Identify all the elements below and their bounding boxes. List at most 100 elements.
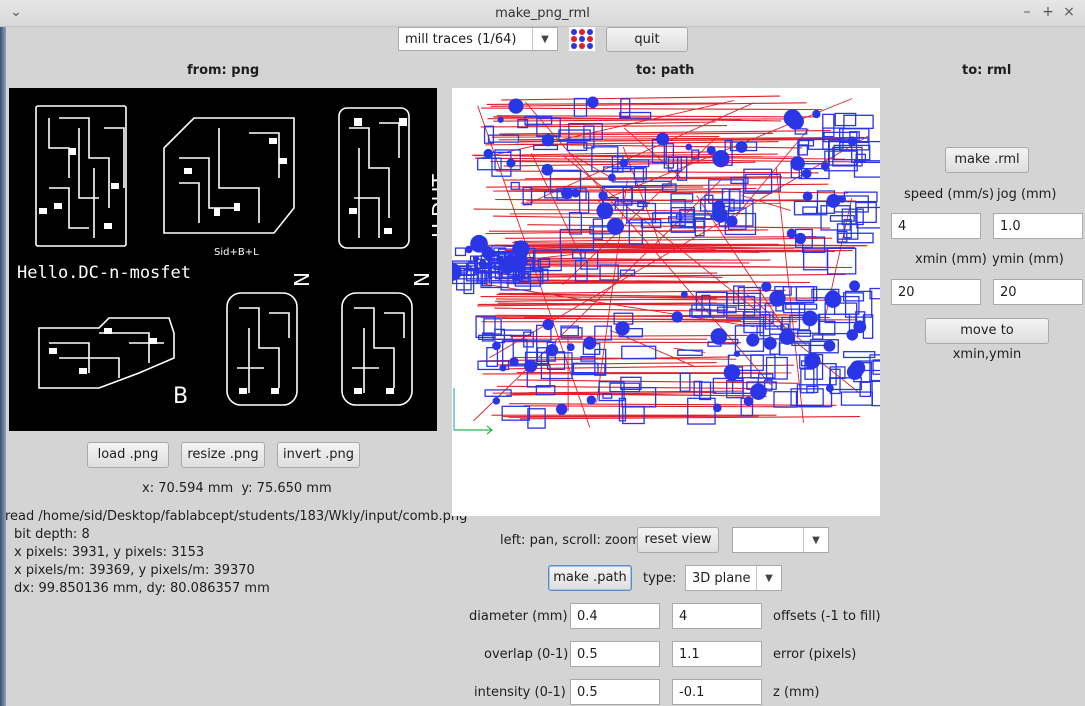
board-label-b: B bbox=[173, 384, 188, 409]
toolpath-pad bbox=[483, 148, 494, 159]
toolpath-pad bbox=[787, 113, 804, 130]
make-path-button[interactable]: make .path bbox=[548, 565, 632, 591]
toolpath-pad bbox=[485, 245, 492, 253]
reset-view-button[interactable]: reset view bbox=[637, 527, 719, 553]
close-icon[interactable]: × bbox=[1061, 4, 1077, 20]
toolpath-move bbox=[491, 135, 720, 138]
ymin-input[interactable]: 20 bbox=[993, 279, 1083, 305]
file-info-bitdepth: bit depth: 8 bbox=[14, 527, 90, 542]
toolpath-pad bbox=[472, 255, 480, 262]
desktop-edge bbox=[0, 26, 6, 706]
error-input[interactable]: 1.1 bbox=[672, 641, 762, 667]
xmin-input[interactable]: 20 bbox=[891, 279, 981, 305]
type-select[interactable]: 3D plane ▼ bbox=[685, 565, 782, 591]
toolpath-contour bbox=[783, 303, 806, 314]
toolpath-pad bbox=[465, 245, 473, 254]
intensity-label: intensity (0-1) bbox=[474, 685, 566, 700]
view-select[interactable]: ▼ bbox=[732, 527, 829, 553]
toolpath-pad bbox=[723, 364, 741, 381]
xmin-label: xmin (mm) bbox=[915, 252, 987, 267]
maximize-icon[interactable]: + bbox=[1040, 4, 1056, 20]
z-input[interactable]: -0.1 bbox=[672, 679, 762, 705]
toolpath-contour bbox=[785, 303, 818, 310]
file-info-pixels-per-m: x pixels/m: 39369, y pixels/m: 39370 bbox=[14, 563, 255, 578]
board-label-dht: H.DHT bbox=[428, 174, 437, 238]
resize-png-button[interactable]: resize .png bbox=[181, 442, 265, 468]
toolpath-pad bbox=[512, 240, 530, 258]
toolpath-pad bbox=[804, 352, 821, 369]
png-preview[interactable]: Hello.DC-n-mosfet Sid+B+L H.DHT N N B bbox=[9, 88, 437, 431]
make-rml-button[interactable]: make .rml bbox=[945, 147, 1029, 173]
toolpath-pad bbox=[750, 383, 767, 400]
toolpath-contour bbox=[454, 247, 467, 257]
toolpath-pad bbox=[571, 188, 580, 198]
toolpath-contour bbox=[501, 405, 531, 421]
toolpath-contour bbox=[818, 320, 836, 336]
intensity-input[interactable]: 0.5 bbox=[570, 679, 660, 705]
quit-button[interactable]: quit bbox=[606, 27, 688, 52]
offsets-input[interactable]: 4 bbox=[672, 603, 762, 629]
diameter-input[interactable]: 0.4 bbox=[570, 603, 660, 629]
from-png-heading: from: png bbox=[187, 63, 260, 78]
minimize-icon[interactable]: – bbox=[1019, 4, 1035, 20]
toolpath-move bbox=[501, 341, 742, 344]
toolpath-pad bbox=[541, 133, 555, 147]
toolpath-contour bbox=[533, 144, 559, 151]
toolpath-pad bbox=[671, 311, 683, 323]
board-label-mosfet: Hello.DC-n-mosfet bbox=[17, 263, 191, 283]
mode-select[interactable]: mill traces (1/64) ▼ bbox=[398, 27, 558, 51]
toolpath-pad bbox=[607, 173, 616, 182]
diameter-label: diameter (mm) bbox=[469, 609, 568, 624]
toolpath-contour bbox=[573, 97, 588, 117]
overlap-input[interactable]: 0.5 bbox=[570, 641, 660, 667]
load-png-button[interactable]: load .png bbox=[87, 442, 169, 468]
toolpath-pad bbox=[802, 310, 818, 327]
toolpath-contour bbox=[853, 160, 880, 178]
toolpath-pad bbox=[508, 98, 524, 114]
toolpath-pad bbox=[586, 96, 599, 109]
toolpath-pad bbox=[823, 339, 836, 352]
toolpath-pad bbox=[524, 359, 538, 373]
speed-input[interactable]: 4 bbox=[891, 213, 981, 239]
window-titlebar: ⌄ make_png_rml – + × bbox=[0, 0, 1085, 27]
toolpath-contour bbox=[840, 391, 873, 406]
z-label: z (mm) bbox=[773, 685, 820, 700]
toolpath-pad bbox=[555, 403, 568, 415]
ymin-label: ymin (mm) bbox=[992, 252, 1064, 267]
toolpath-contour bbox=[872, 359, 880, 375]
file-info-dimensions: dx: 99.850136 mm, dy: 80.086357 mm bbox=[14, 581, 270, 596]
error-label: error (pixels) bbox=[773, 647, 857, 662]
toolpath-pad bbox=[545, 344, 559, 357]
toolpath-move bbox=[524, 121, 717, 127]
toolpath-contour bbox=[871, 380, 880, 407]
path-canvas[interactable] bbox=[452, 88, 880, 516]
invert-png-button[interactable]: invert .png bbox=[277, 442, 360, 468]
toolpath-contour bbox=[829, 366, 846, 379]
toolpath-pad bbox=[598, 191, 608, 201]
toolpath-pad bbox=[820, 161, 830, 171]
toolpath-move bbox=[473, 208, 713, 212]
toolpath-contour bbox=[594, 325, 612, 341]
move-to-xmin-ymin-button[interactable]: move to xmin,ymin bbox=[925, 318, 1049, 362]
toolpath-contour bbox=[621, 345, 657, 360]
to-rml-heading: to: rml bbox=[962, 63, 1012, 78]
jog-input[interactable]: 1.0 bbox=[993, 213, 1083, 239]
toolpath-contour bbox=[677, 349, 703, 356]
toolpath-pad bbox=[596, 202, 614, 220]
toolpath-contour bbox=[510, 181, 520, 190]
toolpath-pad bbox=[566, 343, 575, 352]
toolpath-pad bbox=[746, 333, 760, 347]
toolpath-pad bbox=[825, 384, 834, 393]
toolpath-pad bbox=[606, 217, 625, 235]
toolpath-pad bbox=[733, 350, 741, 357]
toolpath-contour bbox=[620, 98, 631, 118]
toolpath-contour bbox=[802, 206, 818, 215]
toolpath-move bbox=[482, 372, 761, 375]
toolpath-pad bbox=[541, 163, 554, 176]
toolpath-pad bbox=[509, 357, 519, 367]
toolpath-pad bbox=[849, 280, 860, 292]
toolpath-move bbox=[519, 155, 800, 158]
file-info-path: read /home/sid/Desktop/fablabcept/studen… bbox=[5, 509, 468, 524]
toolpath-pad bbox=[492, 341, 501, 351]
toolpath-contour bbox=[826, 247, 857, 275]
